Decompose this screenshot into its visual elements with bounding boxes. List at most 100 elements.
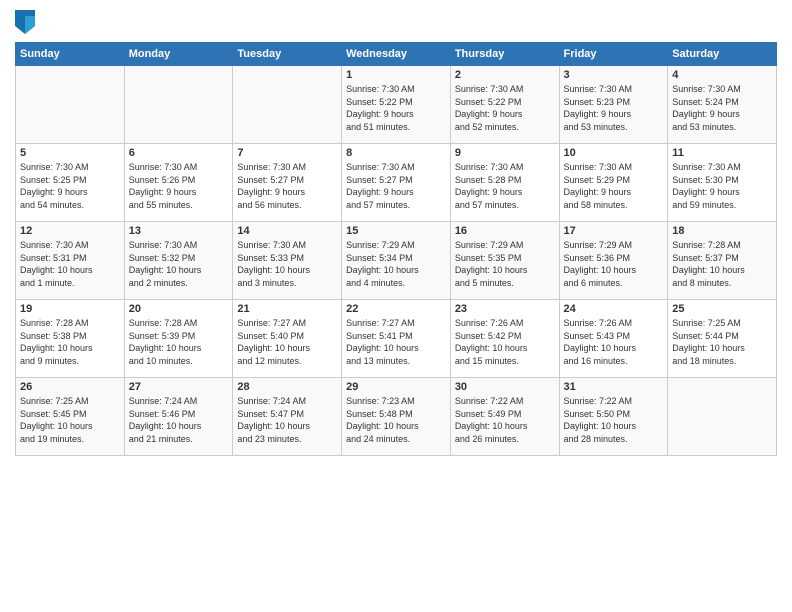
calendar-cell: 11 Sunrise: 7:30 AM Sunset: 5:30 PM Dayli… bbox=[668, 144, 777, 222]
day-number: 23 bbox=[455, 303, 555, 315]
day-number: 22 bbox=[346, 303, 446, 315]
calendar-cell: 13Sunrise: 7:30 AM Sunset: 5:32 PM Dayli… bbox=[124, 222, 233, 300]
day-number: 10 bbox=[564, 147, 664, 159]
day-info: Sunrise: 7:27 AM Sunset: 5:41 PM Dayligh… bbox=[346, 317, 446, 367]
day-info: Sunrise: 7:30 AM Sunset: 5:33 PM Dayligh… bbox=[237, 239, 337, 289]
calendar-cell: 31 Sunrise: 7:22 AM Sunset: 5:50 PM Dayli… bbox=[559, 378, 668, 456]
calendar-cell: 22 Sunrise: 7:27 AM Sunset: 5:41 PM Dayli… bbox=[342, 300, 451, 378]
day-number: 29 bbox=[346, 381, 446, 393]
calendar-cell: 4 Sunrise: 7:30 AM Sunset: 5:24 PM Daylig… bbox=[668, 66, 777, 144]
day-number: 2 bbox=[455, 69, 555, 81]
weekday-header-sunday: Sunday bbox=[16, 43, 125, 66]
calendar-cell: 24 Sunrise: 7:26 AM Sunset: 5:43 PM Dayli… bbox=[559, 300, 668, 378]
calendar-cell bbox=[124, 66, 233, 144]
day-info: Sunrise: 7:30 AM Sunset: 5:27 PM Dayligh… bbox=[346, 161, 446, 211]
calendar-cell bbox=[668, 378, 777, 456]
day-number: 20 bbox=[129, 303, 229, 315]
day-number: 3 bbox=[564, 69, 664, 81]
calendar-cell: 7 Sunrise: 7:30 AM Sunset: 5:27 PM Daylig… bbox=[233, 144, 342, 222]
logo-icon bbox=[15, 10, 35, 34]
day-number: 31 bbox=[564, 381, 664, 393]
day-info: Sunrise: 7:29 AM Sunset: 5:36 PM Dayligh… bbox=[564, 239, 664, 289]
calendar-cell bbox=[233, 66, 342, 144]
calendar-cell: 16 Sunrise: 7:29 AM Sunset: 5:35 PM Dayli… bbox=[450, 222, 559, 300]
calendar-cell: 29Sunrise: 7:23 AM Sunset: 5:48 PM Dayli… bbox=[342, 378, 451, 456]
day-number: 28 bbox=[237, 381, 337, 393]
week-row-3: 12Sunrise: 7:30 AM Sunset: 5:31 PM Dayli… bbox=[16, 222, 777, 300]
day-number: 13 bbox=[129, 225, 229, 237]
day-number: 15 bbox=[346, 225, 446, 237]
day-number: 27 bbox=[129, 381, 229, 393]
day-number: 24 bbox=[564, 303, 664, 315]
day-info: Sunrise: 7:30 AM Sunset: 5:27 PM Dayligh… bbox=[237, 161, 337, 211]
day-number: 11 bbox=[672, 147, 772, 159]
day-number: 12 bbox=[20, 225, 120, 237]
calendar-cell: 26 Sunrise: 7:25 AM Sunset: 5:45 PM Dayli… bbox=[16, 378, 125, 456]
header bbox=[15, 10, 777, 34]
day-info: Sunrise: 7:30 AM Sunset: 5:22 PM Dayligh… bbox=[455, 83, 555, 133]
calendar-cell bbox=[16, 66, 125, 144]
day-info: Sunrise: 7:28 AM Sunset: 5:38 PM Dayligh… bbox=[20, 317, 120, 367]
day-number: 7 bbox=[237, 147, 337, 159]
day-info: Sunrise: 7:30 AM Sunset: 5:30 PM Dayligh… bbox=[672, 161, 772, 211]
calendar-cell: 17 Sunrise: 7:29 AM Sunset: 5:36 PM Dayli… bbox=[559, 222, 668, 300]
calendar-cell: 30 Sunrise: 7:22 AM Sunset: 5:49 PM Dayli… bbox=[450, 378, 559, 456]
week-row-4: 19 Sunrise: 7:28 AM Sunset: 5:38 PM Dayli… bbox=[16, 300, 777, 378]
calendar-cell: 23 Sunrise: 7:26 AM Sunset: 5:42 PM Dayli… bbox=[450, 300, 559, 378]
weekday-header-wednesday: Wednesday bbox=[342, 43, 451, 66]
day-info: Sunrise: 7:30 AM Sunset: 5:26 PM Dayligh… bbox=[129, 161, 229, 211]
day-number: 5 bbox=[20, 147, 120, 159]
calendar-cell: 14 Sunrise: 7:30 AM Sunset: 5:33 PM Dayli… bbox=[233, 222, 342, 300]
page: SundayMondayTuesdayWednesdayThursdayFrid… bbox=[0, 0, 792, 612]
calendar-cell: 15Sunrise: 7:29 AM Sunset: 5:34 PM Dayli… bbox=[342, 222, 451, 300]
day-number: 16 bbox=[455, 225, 555, 237]
day-info: Sunrise: 7:25 AM Sunset: 5:44 PM Dayligh… bbox=[672, 317, 772, 367]
week-row-2: 5Sunrise: 7:30 AM Sunset: 5:25 PM Daylig… bbox=[16, 144, 777, 222]
day-number: 17 bbox=[564, 225, 664, 237]
calendar-cell: 1 Sunrise: 7:30 AM Sunset: 5:22 PM Daylig… bbox=[342, 66, 451, 144]
day-info: Sunrise: 7:27 AM Sunset: 5:40 PM Dayligh… bbox=[237, 317, 337, 367]
day-info: Sunrise: 7:24 AM Sunset: 5:46 PM Dayligh… bbox=[129, 395, 229, 445]
day-info: Sunrise: 7:26 AM Sunset: 5:42 PM Dayligh… bbox=[455, 317, 555, 367]
day-number: 14 bbox=[237, 225, 337, 237]
calendar-cell: 2 Sunrise: 7:30 AM Sunset: 5:22 PM Daylig… bbox=[450, 66, 559, 144]
day-info: Sunrise: 7:30 AM Sunset: 5:22 PM Dayligh… bbox=[346, 83, 446, 133]
calendar-cell: 19 Sunrise: 7:28 AM Sunset: 5:38 PM Dayli… bbox=[16, 300, 125, 378]
calendar-cell: 12Sunrise: 7:30 AM Sunset: 5:31 PM Dayli… bbox=[16, 222, 125, 300]
calendar-cell: 5Sunrise: 7:30 AM Sunset: 5:25 PM Daylig… bbox=[16, 144, 125, 222]
day-number: 25 bbox=[672, 303, 772, 315]
calendar-cell: 10 Sunrise: 7:30 AM Sunset: 5:29 PM Dayli… bbox=[559, 144, 668, 222]
day-info: Sunrise: 7:25 AM Sunset: 5:45 PM Dayligh… bbox=[20, 395, 120, 445]
calendar-table: SundayMondayTuesdayWednesdayThursdayFrid… bbox=[15, 42, 777, 456]
calendar-cell: 3Sunrise: 7:30 AM Sunset: 5:23 PM Daylig… bbox=[559, 66, 668, 144]
day-info: Sunrise: 7:24 AM Sunset: 5:47 PM Dayligh… bbox=[237, 395, 337, 445]
calendar-cell: 27 Sunrise: 7:24 AM Sunset: 5:46 PM Dayli… bbox=[124, 378, 233, 456]
day-number: 21 bbox=[237, 303, 337, 315]
calendar-cell: 25 Sunrise: 7:25 AM Sunset: 5:44 PM Dayli… bbox=[668, 300, 777, 378]
day-info: Sunrise: 7:29 AM Sunset: 5:35 PM Dayligh… bbox=[455, 239, 555, 289]
calendar-cell: 6Sunrise: 7:30 AM Sunset: 5:26 PM Daylig… bbox=[124, 144, 233, 222]
weekday-header-monday: Monday bbox=[124, 43, 233, 66]
day-info: Sunrise: 7:28 AM Sunset: 5:37 PM Dayligh… bbox=[672, 239, 772, 289]
day-number: 19 bbox=[20, 303, 120, 315]
calendar-cell: 18 Sunrise: 7:28 AM Sunset: 5:37 PM Dayli… bbox=[668, 222, 777, 300]
day-number: 26 bbox=[20, 381, 120, 393]
day-info: Sunrise: 7:28 AM Sunset: 5:39 PM Dayligh… bbox=[129, 317, 229, 367]
day-number: 1 bbox=[346, 69, 446, 81]
calendar-cell: 9Sunrise: 7:30 AM Sunset: 5:28 PM Daylig… bbox=[450, 144, 559, 222]
day-info: Sunrise: 7:26 AM Sunset: 5:43 PM Dayligh… bbox=[564, 317, 664, 367]
day-info: Sunrise: 7:30 AM Sunset: 5:29 PM Dayligh… bbox=[564, 161, 664, 211]
weekday-header-thursday: Thursday bbox=[450, 43, 559, 66]
day-info: Sunrise: 7:22 AM Sunset: 5:50 PM Dayligh… bbox=[564, 395, 664, 445]
day-number: 30 bbox=[455, 381, 555, 393]
day-info: Sunrise: 7:30 AM Sunset: 5:24 PM Dayligh… bbox=[672, 83, 772, 133]
logo bbox=[15, 10, 39, 34]
weekday-header-friday: Friday bbox=[559, 43, 668, 66]
week-row-1: 1 Sunrise: 7:30 AM Sunset: 5:22 PM Daylig… bbox=[16, 66, 777, 144]
day-info: Sunrise: 7:30 AM Sunset: 5:28 PM Dayligh… bbox=[455, 161, 555, 211]
weekday-header-saturday: Saturday bbox=[668, 43, 777, 66]
calendar-cell: 28 Sunrise: 7:24 AM Sunset: 5:47 PM Dayli… bbox=[233, 378, 342, 456]
day-info: Sunrise: 7:22 AM Sunset: 5:49 PM Dayligh… bbox=[455, 395, 555, 445]
day-number: 4 bbox=[672, 69, 772, 81]
day-number: 18 bbox=[672, 225, 772, 237]
